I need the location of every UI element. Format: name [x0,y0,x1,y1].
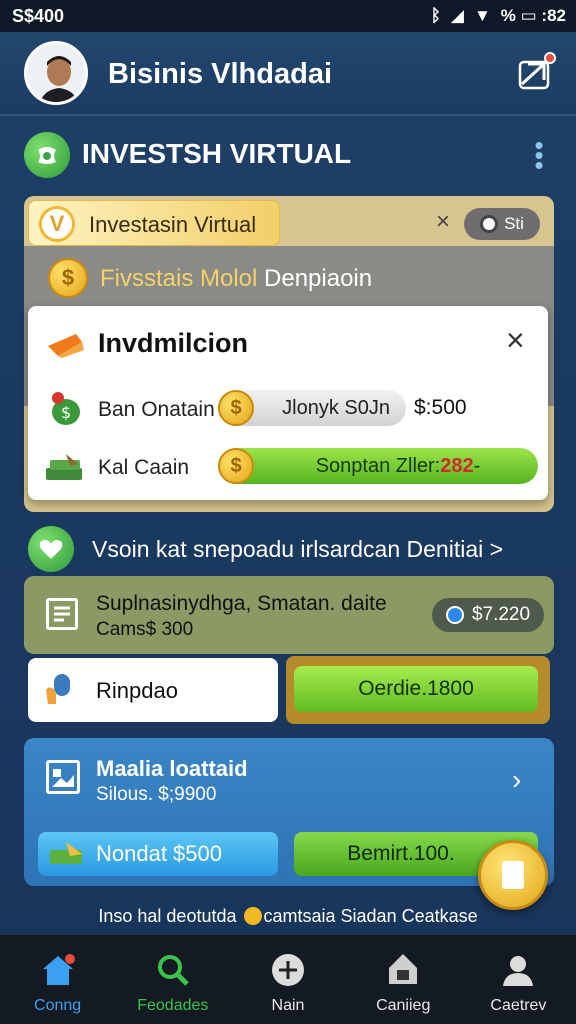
user-icon [499,951,537,989]
row2-field-value: 282 [440,454,474,477]
coin-icon: $ [218,390,254,426]
nav-label-security: Caniieg [376,997,431,1014]
cash-stack-icon [44,450,84,490]
status-right-icons: ᛒ ◢ ▼ % ▭ :82 [431,6,566,26]
coin-icon: $ [218,448,254,484]
plus-icon [269,951,307,989]
row1-amount: $:500 [414,396,467,419]
nav-label-home: Conng [34,997,82,1014]
modal-title: Invdmilcion [98,328,249,358]
price-value: $7.220 [471,604,531,625]
hand-icon [42,670,78,714]
price-badge[interactable]: $7.220 [432,598,544,632]
option-card[interactable]: Rinpdao [28,658,278,722]
row2-field[interactable]: Sonptan Zller: 282 - [218,448,538,484]
footer-note-after: camtsaia Siadan Ceatkase [263,906,478,926]
status-right-text: % ▭ :82 [500,6,566,25]
row2-label: Kal Caain [98,456,190,479]
image-icon [46,760,80,794]
portfolio-title: Maalia loattaid [96,756,248,781]
document-icon [46,598,78,630]
shield-icon [384,951,422,989]
deposit-button-label: Nondat $500 [96,841,222,866]
nav-item-search[interactable]: Feodades [115,935,230,1024]
status-left-text: S$400 [12,6,65,26]
app-title: Bisinis Vlhdadai [108,58,332,90]
heart-icon [28,526,74,572]
cash-icon [48,838,88,877]
search-icon [154,951,192,989]
coin-icon [243,907,262,925]
modal-close-icon[interactable]: × [506,322,525,359]
bottom-nav: Conng Feodades Nain Caniieg Caetrev [0,934,576,1024]
coin-fab-icon[interactable] [478,840,548,910]
row2-field-label: Sonptan Zller: [315,454,441,477]
row1-field-value: Jlonyk S0Jn [282,396,390,419]
portfolio-subtitle: Silous. $;9900 [96,784,217,805]
chevron-right-icon[interactable]: › [512,764,521,796]
footer-note-before: Inso hal deotutda [98,906,242,926]
ticket-icon [46,330,86,360]
status-pill[interactable]: Sti [464,208,540,240]
status-bar: S$400 ᛒ ◢ ▼ % ▭ :82 [0,0,576,32]
home-icon [39,951,77,989]
investment-modal: Invdmilcion × $ Ban Onatain Jlonyk S0Jn … [28,306,548,500]
app-header: Bisinis Vlhdadai [0,32,576,116]
savings-card-subtitle: Cams$ 300 [96,619,194,640]
wifi-icon: ▼ [473,6,491,25]
section-title-link[interactable]: Vsoin kat snepoadu irlsardcan Denitiai > [92,536,503,563]
banner-label: Investasin Virtual [89,212,257,237]
row1-label: Ban Onatain [98,398,215,421]
v-badge-icon: V [39,206,75,242]
investment-icon [24,132,70,178]
row2-field-suffix: - [473,454,481,477]
svg-text:$: $ [61,403,71,422]
nav-label-profile: Caetrev [490,997,547,1014]
order-button[interactable]: Oerdie.1800 [294,666,538,712]
more-options-icon[interactable]: • • • [530,132,548,178]
footer-note: Inso hal deotutda camtsaia Siadan Ceatka… [0,906,576,927]
nav-item-home[interactable]: Conng [0,935,115,1024]
nav-item-profile[interactable]: Caetrev [461,935,576,1024]
option-card-label: Rinpdao [96,678,178,703]
money-bag-icon: $ [46,388,86,428]
banner-close-icon[interactable]: × [436,208,450,236]
savings-card[interactable]: Suplnasinydhga, Smatan. daite Cams$ 300 … [24,576,554,654]
notification-dot [544,52,556,64]
card-glyph-icon [502,861,524,889]
coin-icon: $ [48,258,88,298]
panel-row-title-gold: Fivsstais Molol [100,265,265,292]
savings-card-title: Suplnasinydhga, Smatan. daite [96,592,387,615]
currency-icon [445,606,464,624]
portfolio-card[interactable]: Maalia loattaid Silous. $;9900 › Nondat … [24,738,554,886]
deposit-button[interactable]: Nondat $500 [38,832,278,876]
nav-label-search: Feodades [137,997,209,1014]
panel-row-title-white: Denpiaoin [264,265,373,292]
status-pill-label: Sti [504,214,524,233]
panel-row-title: Fivsstais Molol Denpiaoin [100,265,372,293]
share-button[interactable] [514,52,556,94]
nav-item-security[interactable]: Caniieg [346,935,461,1024]
section-title-investasi: INVESTSH VIRTUAL [82,138,352,169]
nav-label-add: Nain [271,997,305,1014]
bluetooth-icon: ᛒ [430,6,441,25]
avatar[interactable] [24,41,88,105]
nav-item-add[interactable]: Nain [230,935,345,1024]
order-button-frame: Oerdie.1800 [286,656,550,724]
toggle-icon [480,215,499,233]
signal-icon: ◢ [450,6,464,25]
avatar-image [27,44,85,102]
banner-tag[interactable]: V Investasin Virtual [28,200,280,246]
